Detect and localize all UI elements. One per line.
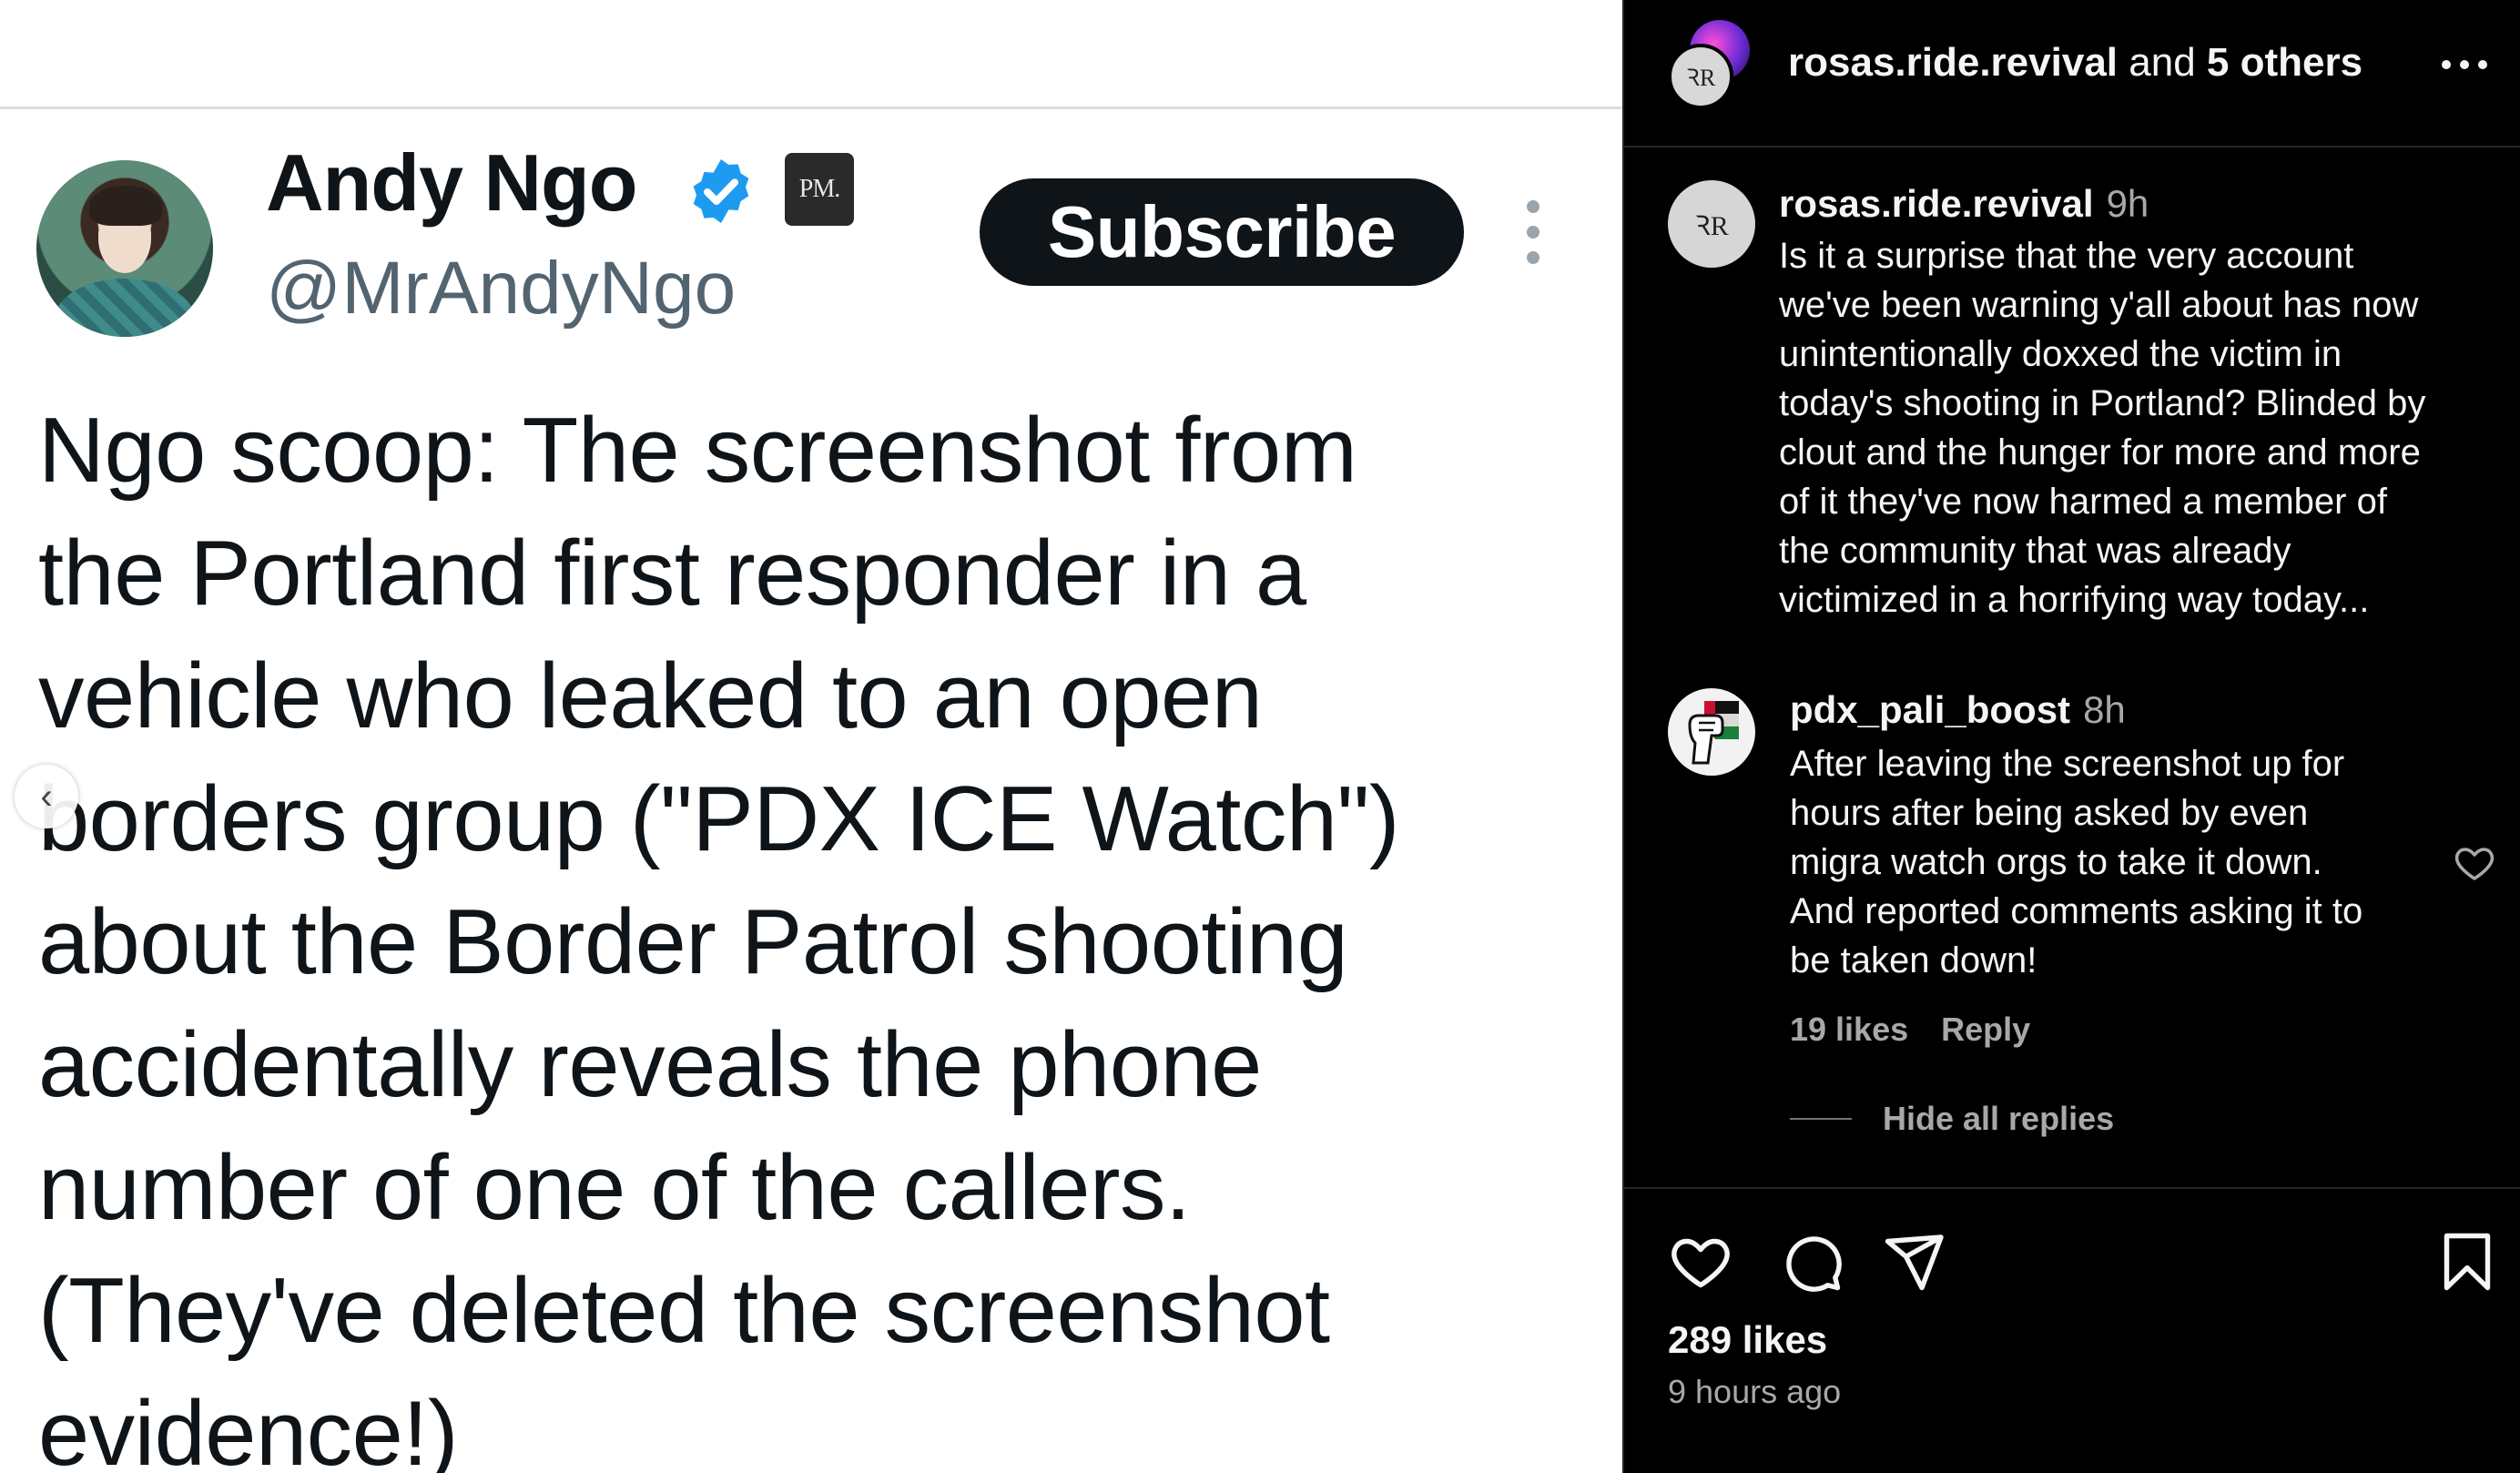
post-timestamp[interactable]: 9 hours ago	[1668, 1373, 1841, 1411]
tweet-line: evidence!)	[38, 1383, 459, 1473]
subscribe-button: Subscribe	[980, 178, 1464, 286]
heart-icon[interactable]	[1668, 1229, 1733, 1295]
image-divider	[0, 107, 1622, 109]
chevron-left-icon: ‹	[40, 776, 53, 817]
tweet-line: number of one of the callers.	[38, 1137, 1191, 1239]
comment-line: unintentionally doxxed the victim in	[1779, 334, 2342, 374]
author-username-link[interactable]: rosas.ride.revival	[1788, 40, 2118, 85]
carousel-prev-button[interactable]: ‹	[15, 765, 78, 828]
post-likes-count[interactable]: 289 likes	[1668, 1318, 1827, 1362]
comment-like-heart-icon[interactable]	[2451, 841, 2498, 885]
verified-icon	[693, 159, 749, 223]
others-link[interactable]: 5 others	[2207, 40, 2362, 85]
tweet-author-name: Andy Ngo	[266, 137, 638, 228]
comment-line: today's shooting in Portland? Blinded by	[1779, 383, 2426, 423]
comment-header: rosas.ride.revival 9h	[1779, 182, 2149, 226]
comment-line: And reported comments asking it to	[1790, 891, 2363, 931]
tweet-body: Ngo scoop: The screenshot from the Portl…	[38, 390, 1586, 1473]
tweet-line: vehicle who leaked to an open	[38, 645, 1263, 747]
comment-bubble-icon[interactable]	[1779, 1229, 1844, 1295]
tweet-line: accidentally reveals the phone	[38, 1014, 1262, 1116]
tweet-line: borders group ("PDX ICE Watch")	[38, 768, 1400, 870]
hide-replies-button[interactable]: Hide all replies	[1883, 1100, 2114, 1138]
comment-username[interactable]: pdx_pali_boost	[1790, 688, 2070, 731]
post-authors: rosas.ride.revival and 5 others	[1788, 40, 2362, 86]
comment-meta: 19 likes Reply	[1790, 1011, 2030, 1049]
comment-line: victimized in a horrifying way today...	[1779, 580, 2370, 620]
tweet-line: (They've deleted the screenshot	[38, 1260, 1330, 1362]
reply-button[interactable]: Reply	[1941, 1011, 2030, 1048]
comment-line: hours after being asked by even	[1790, 793, 2309, 833]
comment-line: migra watch orgs to take it down.	[1790, 842, 2322, 882]
comment-text: After leaving the screenshot up for hour…	[1790, 739, 2362, 985]
comment-line: be taken down!	[1790, 940, 2037, 980]
replies-divider-line	[1790, 1118, 1852, 1120]
comments-panel: ꝚR rosas.ride.revival and 5 others ꝚR ro…	[1622, 0, 2520, 1473]
comment-line: of it they've now harmed a member of	[1779, 482, 2387, 522]
comment-text: Is it a surprise that the very account w…	[1779, 231, 2425, 625]
author-avatar[interactable]: ꝚR	[1668, 44, 1733, 109]
tweet-line: about the Border Patrol shooting	[38, 891, 1348, 993]
raised-fist-icon	[1688, 701, 1739, 765]
comment-time[interactable]: 8h	[2083, 688, 2126, 731]
comment-line: we've been warning y'all about has now	[1779, 285, 2419, 325]
tweet-author-handle: @MrAndyNgo	[266, 247, 737, 330]
comment-line: After leaving the screenshot up for	[1790, 744, 2345, 784]
comment-line: Is it a surprise that the very account	[1779, 236, 2354, 276]
tweet-line: Ngo scoop: The screenshot from	[38, 400, 1357, 502]
more-vertical-icon	[1522, 200, 1544, 264]
affiliate-badge: PM.	[785, 153, 854, 226]
post-header: ꝚR rosas.ride.revival and 5 others	[1624, 0, 2520, 147]
tweet-line: the Portland first responder in a	[38, 523, 1306, 625]
comment-time[interactable]: 9h	[2107, 182, 2149, 225]
comment-username[interactable]: rosas.ride.revival	[1779, 182, 2094, 225]
comment-avatar[interactable]	[1668, 688, 1755, 776]
more-options-icon[interactable]	[2442, 60, 2487, 73]
bookmark-icon[interactable]	[2434, 1229, 2500, 1295]
comment-avatar[interactable]: ꝚR	[1668, 180, 1755, 268]
comment-line: clout and the hunger for more and more	[1779, 432, 2421, 472]
comment-header: pdx_pali_boost 8h	[1790, 688, 2126, 732]
image-top-strip	[0, 0, 1622, 107]
authors-joiner: and	[2129, 40, 2196, 85]
share-paper-plane-icon[interactable]	[1881, 1229, 1946, 1295]
tweet-author-avatar	[36, 160, 213, 337]
comment-line: the community that was already	[1779, 531, 2291, 571]
post-image: Andy Ngo PM. @MrAndyNgo Subscribe Ngo sc…	[0, 0, 1622, 1473]
actions-divider	[1624, 1187, 2520, 1189]
comment-likes-count[interactable]: 19 likes	[1790, 1011, 1908, 1048]
